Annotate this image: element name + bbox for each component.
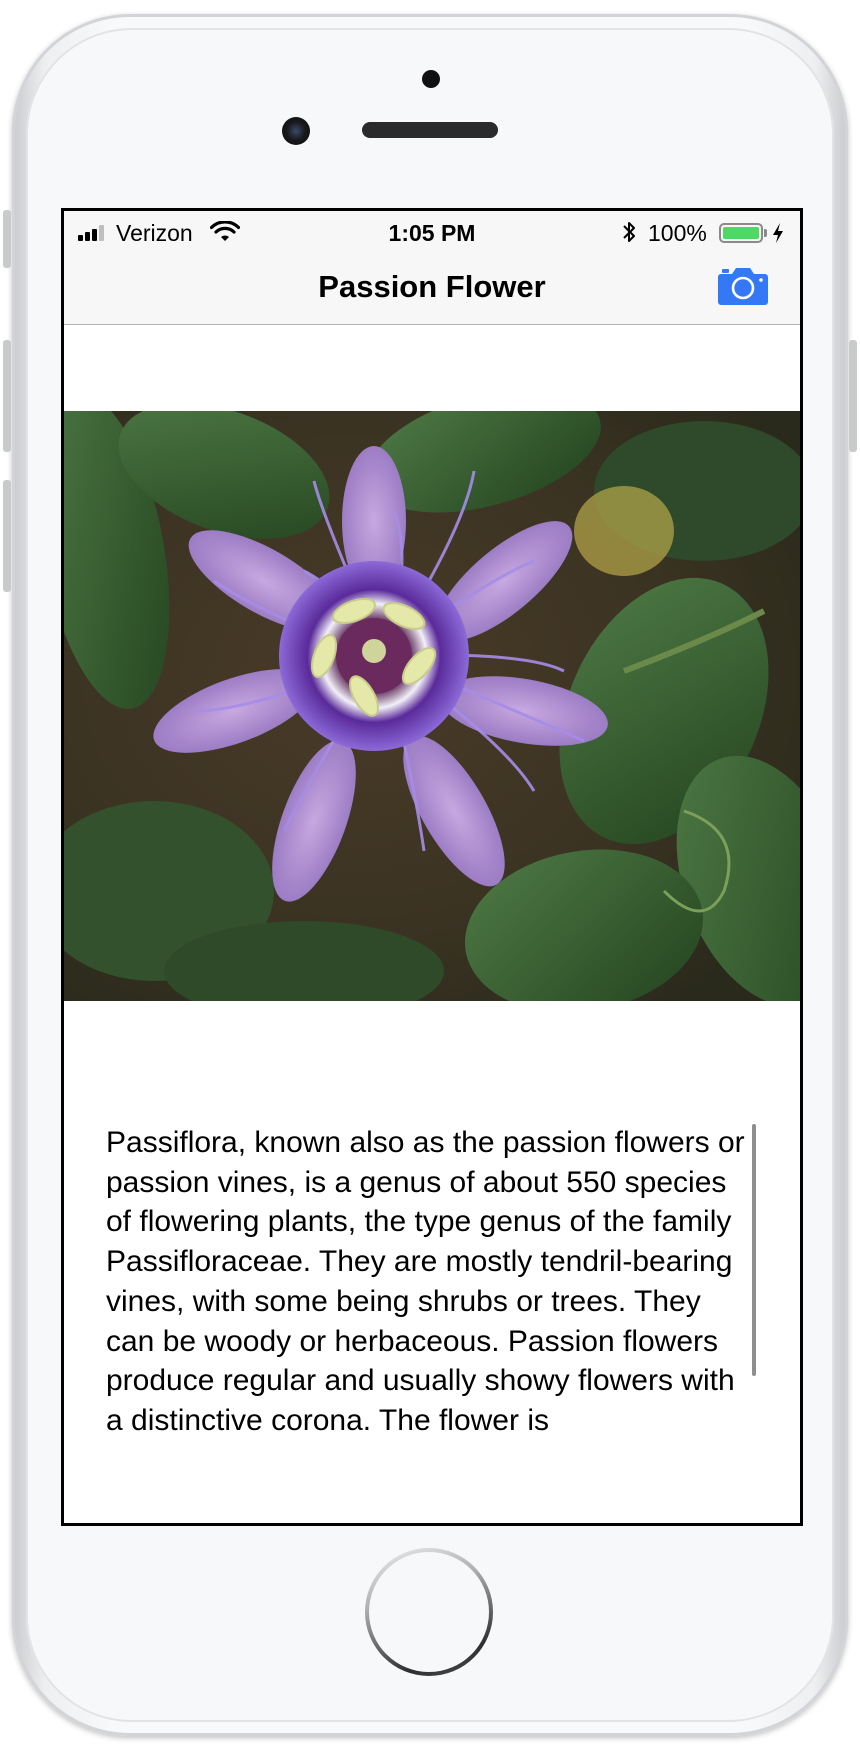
status-bar: Verizon 1:05 PM 100% <box>64 211 800 251</box>
charging-bolt-icon <box>773 223 783 243</box>
passion-flower-photo <box>64 411 800 1001</box>
volume-down-button <box>3 480 11 592</box>
mute-switch <box>3 210 11 268</box>
camera-icon[interactable] <box>718 265 768 305</box>
power-button <box>849 340 857 452</box>
description-text: Passiflora, known also as the passion fl… <box>106 1126 745 1437</box>
battery-nub <box>764 229 767 237</box>
scroll-indicator[interactable] <box>752 1124 756 1376</box>
battery-icon <box>719 223 763 243</box>
bluetooth-icon <box>623 222 635 242</box>
page-title: Passion Flower <box>318 269 546 304</box>
screen: Verizon 1:05 PM 100% Passion Flower Pass… <box>61 208 803 1526</box>
battery-percentage: 100% <box>648 220 707 246</box>
home-button[interactable] <box>365 1548 493 1676</box>
battery-fill <box>723 227 759 239</box>
navigation-bar: Passion Flower <box>64 251 800 325</box>
earpiece-speaker <box>362 122 498 138</box>
front-camera <box>282 117 310 145</box>
volume-up-button <box>3 340 11 452</box>
proximity-sensor <box>422 70 440 88</box>
